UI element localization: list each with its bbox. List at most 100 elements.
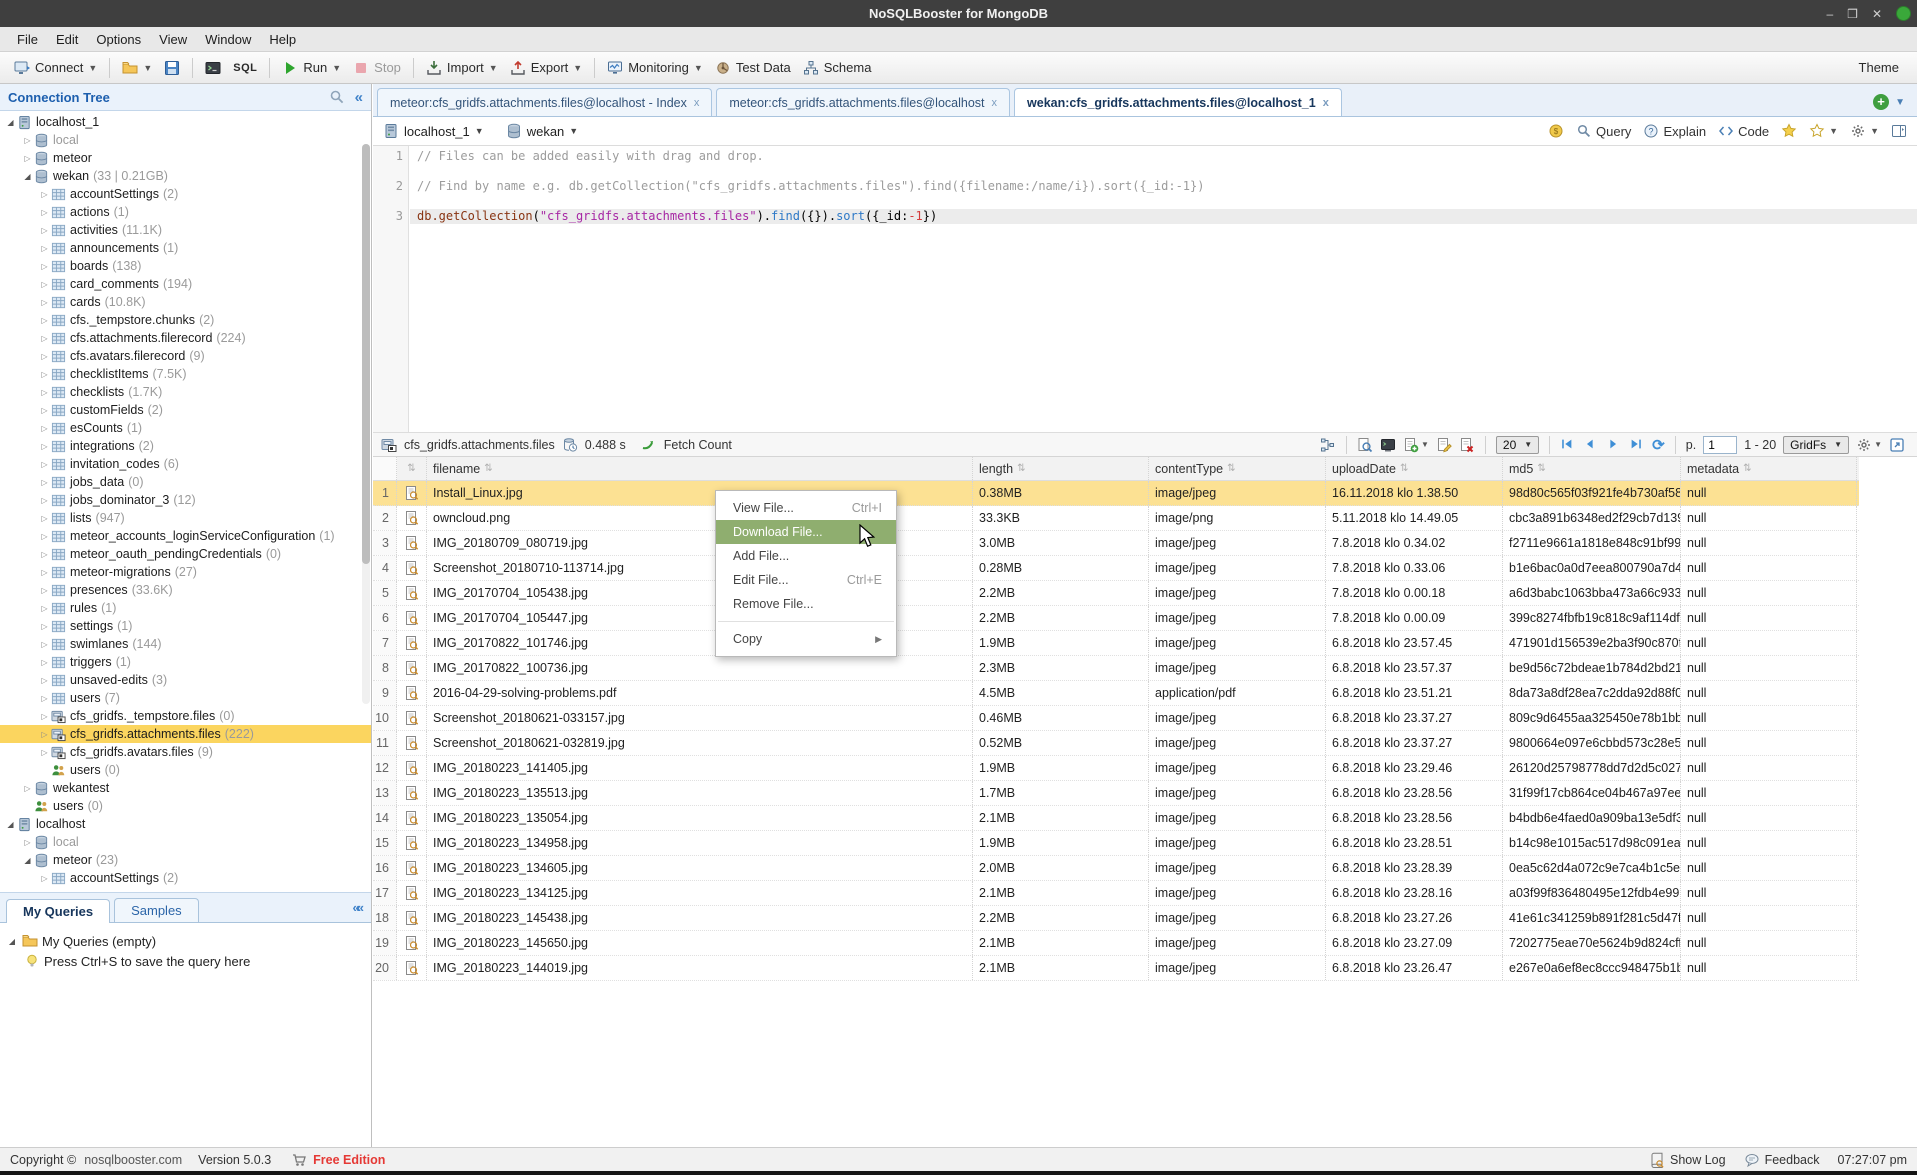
- cell-contentType[interactable]: image/jpeg: [1149, 906, 1326, 930]
- cell-length[interactable]: 33.3KB: [973, 506, 1149, 530]
- cell-length[interactable]: 2.3MB: [973, 656, 1149, 680]
- collapse-panel-icon[interactable]: ««: [353, 900, 361, 915]
- cell-contentType[interactable]: image/jpeg: [1149, 531, 1326, 555]
- refresh-icon[interactable]: ⟳: [1652, 436, 1665, 454]
- cell-metadata[interactable]: null: [1681, 631, 1857, 655]
- cell-metadata[interactable]: null: [1681, 531, 1857, 555]
- next-page-icon[interactable]: [1606, 437, 1622, 453]
- tree-item-invitation_codes[interactable]: ▷invitation_codes(6): [0, 455, 371, 473]
- expander-closed-icon[interactable]: ▷: [38, 424, 51, 433]
- expander-closed-icon[interactable]: ▷: [38, 586, 51, 595]
- row-preview-cell[interactable]: [397, 806, 427, 830]
- cell-contentType[interactable]: image/jpeg: [1149, 556, 1326, 580]
- expand-results-icon[interactable]: [1889, 437, 1905, 453]
- table-row[interactable]: 13IMG_20180223_135513.jpg1.7MBimage/jpeg…: [373, 781, 1859, 806]
- breadcrumb-database[interactable]: wekan▼: [506, 123, 579, 139]
- cell-contentType[interactable]: image/jpeg: [1149, 756, 1326, 780]
- tree-item-localhost[interactable]: ◢localhost: [0, 815, 371, 833]
- expander-closed-icon[interactable]: ▷: [38, 190, 51, 199]
- cell-length[interactable]: 3.0MB: [973, 531, 1149, 555]
- tree-item-cards[interactable]: ▷cards(10.8K): [0, 293, 371, 311]
- page-input[interactable]: [1703, 436, 1737, 454]
- schema-view-icon[interactable]: [1320, 437, 1336, 453]
- expander-closed-icon[interactable]: ▷: [38, 298, 51, 307]
- cell-length[interactable]: 2.0MB: [973, 856, 1149, 880]
- cell-uploadDate[interactable]: 7.8.2018 klo 0.33.06: [1326, 556, 1503, 580]
- options-gear-button[interactable]: ▼: [1850, 123, 1879, 139]
- sql-button[interactable]: SQL: [227, 58, 263, 78]
- cell-contentType[interactable]: image/jpeg: [1149, 956, 1326, 980]
- cell-uploadDate[interactable]: 6.8.2018 klo 23.28.39: [1326, 856, 1503, 880]
- expander-closed-icon[interactable]: ▷: [21, 838, 34, 847]
- cell-md5[interactable]: b4bdb6e4faed0a909ba13e5df30: [1503, 806, 1681, 830]
- last-page-icon[interactable]: [1629, 437, 1645, 453]
- cell-contentType[interactable]: image/jpeg: [1149, 881, 1326, 905]
- cell-md5[interactable]: a6d3babc1063bba473a66c9331: [1503, 581, 1681, 605]
- cell-md5[interactable]: 7202775eae70e5624b9d824cff6: [1503, 931, 1681, 955]
- cell-metadata[interactable]: null: [1681, 656, 1857, 680]
- expander-closed-icon[interactable]: ▷: [38, 712, 51, 721]
- table-row[interactable]: 4Screenshot_20180710-113714.jpg0.28MBima…: [373, 556, 1859, 581]
- expander-closed-icon[interactable]: ▷: [38, 604, 51, 613]
- cell-length[interactable]: 1.9MB: [973, 831, 1149, 855]
- column-header-md5[interactable]: md5⇅: [1503, 457, 1681, 480]
- expander-closed-icon[interactable]: ▷: [38, 316, 51, 325]
- menu-window[interactable]: Window: [196, 29, 260, 50]
- expander-closed-icon[interactable]: ▷: [38, 406, 51, 415]
- cell-length[interactable]: 2.1MB: [973, 956, 1149, 980]
- column-header-contentType[interactable]: contentType⇅: [1149, 457, 1326, 480]
- tab-close-icon[interactable]: x: [1323, 97, 1329, 109]
- cell-metadata[interactable]: null: [1681, 556, 1857, 580]
- document-tab-1[interactable]: meteor:cfs_gridfs.attachments.files@loca…: [377, 88, 712, 116]
- cell-uploadDate[interactable]: 6.8.2018 klo 23.28.51: [1326, 831, 1503, 855]
- expander-closed-icon[interactable]: ▷: [38, 244, 51, 253]
- table-row[interactable]: 16IMG_20180223_134605.jpg2.0MBimage/jpeg…: [373, 856, 1859, 881]
- edition-badge[interactable]: Free Edition: [313, 1153, 385, 1167]
- results-options-button[interactable]: ▼: [1856, 437, 1882, 453]
- column-header-filename[interactable]: filename⇅: [427, 457, 973, 480]
- row-preview-cell[interactable]: [397, 756, 427, 780]
- cell-filename[interactable]: IMG_20180223_134605.jpg: [427, 856, 973, 880]
- tree-item-card_comments[interactable]: ▷card_comments(194): [0, 275, 371, 293]
- tree-item-meteor[interactable]: ◢meteor(23): [0, 851, 371, 869]
- cell-uploadDate[interactable]: 6.8.2018 klo 23.27.26: [1326, 906, 1503, 930]
- column-header-uploadDate[interactable]: uploadDate⇅: [1326, 457, 1503, 480]
- column-header-metadata[interactable]: metadata⇅: [1681, 457, 1857, 480]
- row-preview-cell[interactable]: [397, 856, 427, 880]
- cell-filename[interactable]: IMG_20180223_135054.jpg: [427, 806, 973, 830]
- stop-button[interactable]: Stop: [347, 56, 407, 80]
- cell-metadata[interactable]: null: [1681, 481, 1857, 505]
- page-size-select[interactable]: 20▼: [1496, 436, 1539, 454]
- cell-contentType[interactable]: image/jpeg: [1149, 581, 1326, 605]
- query-editor[interactable]: 1// Files can be added easily with drag …: [373, 146, 1917, 432]
- cell-contentType[interactable]: image/jpeg: [1149, 656, 1326, 680]
- menu-item-edit-file---[interactable]: Edit File...Ctrl+E: [716, 568, 896, 592]
- expander-open-icon[interactable]: ◢: [21, 172, 34, 181]
- cell-uploadDate[interactable]: 6.8.2018 klo 23.57.45: [1326, 631, 1503, 655]
- table-row[interactable]: 17IMG_20180223_134125.jpg2.1MBimage/jpeg…: [373, 881, 1859, 906]
- cell-uploadDate[interactable]: 6.8.2018 klo 23.28.56: [1326, 806, 1503, 830]
- table-row[interactable]: 12IMG_20180223_141405.jpg1.9MBimage/jpeg…: [373, 756, 1859, 781]
- cell-uploadDate[interactable]: 5.11.2018 klo 14.49.05: [1326, 506, 1503, 530]
- cell-metadata[interactable]: null: [1681, 931, 1857, 955]
- cell-metadata[interactable]: null: [1681, 956, 1857, 980]
- close-button[interactable]: ✕: [1872, 7, 1882, 21]
- tree-item-customFields[interactable]: ▷customFields(2): [0, 401, 371, 419]
- tree-item-cfs_gridfs.avatars.files[interactable]: ▷cfs_gridfs.avatars.files(9): [0, 743, 371, 761]
- schema-button[interactable]: Schema: [797, 56, 878, 80]
- header-icon-col[interactable]: ⇅: [397, 457, 427, 480]
- row-preview-cell[interactable]: [397, 556, 427, 580]
- expander-closed-icon[interactable]: ▷: [38, 568, 51, 577]
- tree-item-accountSettings[interactable]: ▷accountSettings(2): [0, 185, 371, 203]
- tab-list-dropdown-icon[interactable]: ▼: [1895, 97, 1905, 108]
- explain-button[interactable]: ?Explain: [1643, 123, 1706, 139]
- cell-uploadDate[interactable]: 6.8.2018 klo 23.28.16: [1326, 881, 1503, 905]
- expander-closed-icon[interactable]: ▷: [38, 550, 51, 559]
- cell-uploadDate[interactable]: 6.8.2018 klo 23.51.21: [1326, 681, 1503, 705]
- sort-icon[interactable]: ⇅: [484, 463, 492, 474]
- row-preview-cell[interactable]: [397, 656, 427, 680]
- expander-closed-icon[interactable]: ▷: [38, 352, 51, 361]
- sort-icon[interactable]: ⇅: [1400, 463, 1408, 474]
- maximize-button[interactable]: ❒: [1847, 7, 1858, 21]
- shell-button[interactable]: [199, 56, 227, 80]
